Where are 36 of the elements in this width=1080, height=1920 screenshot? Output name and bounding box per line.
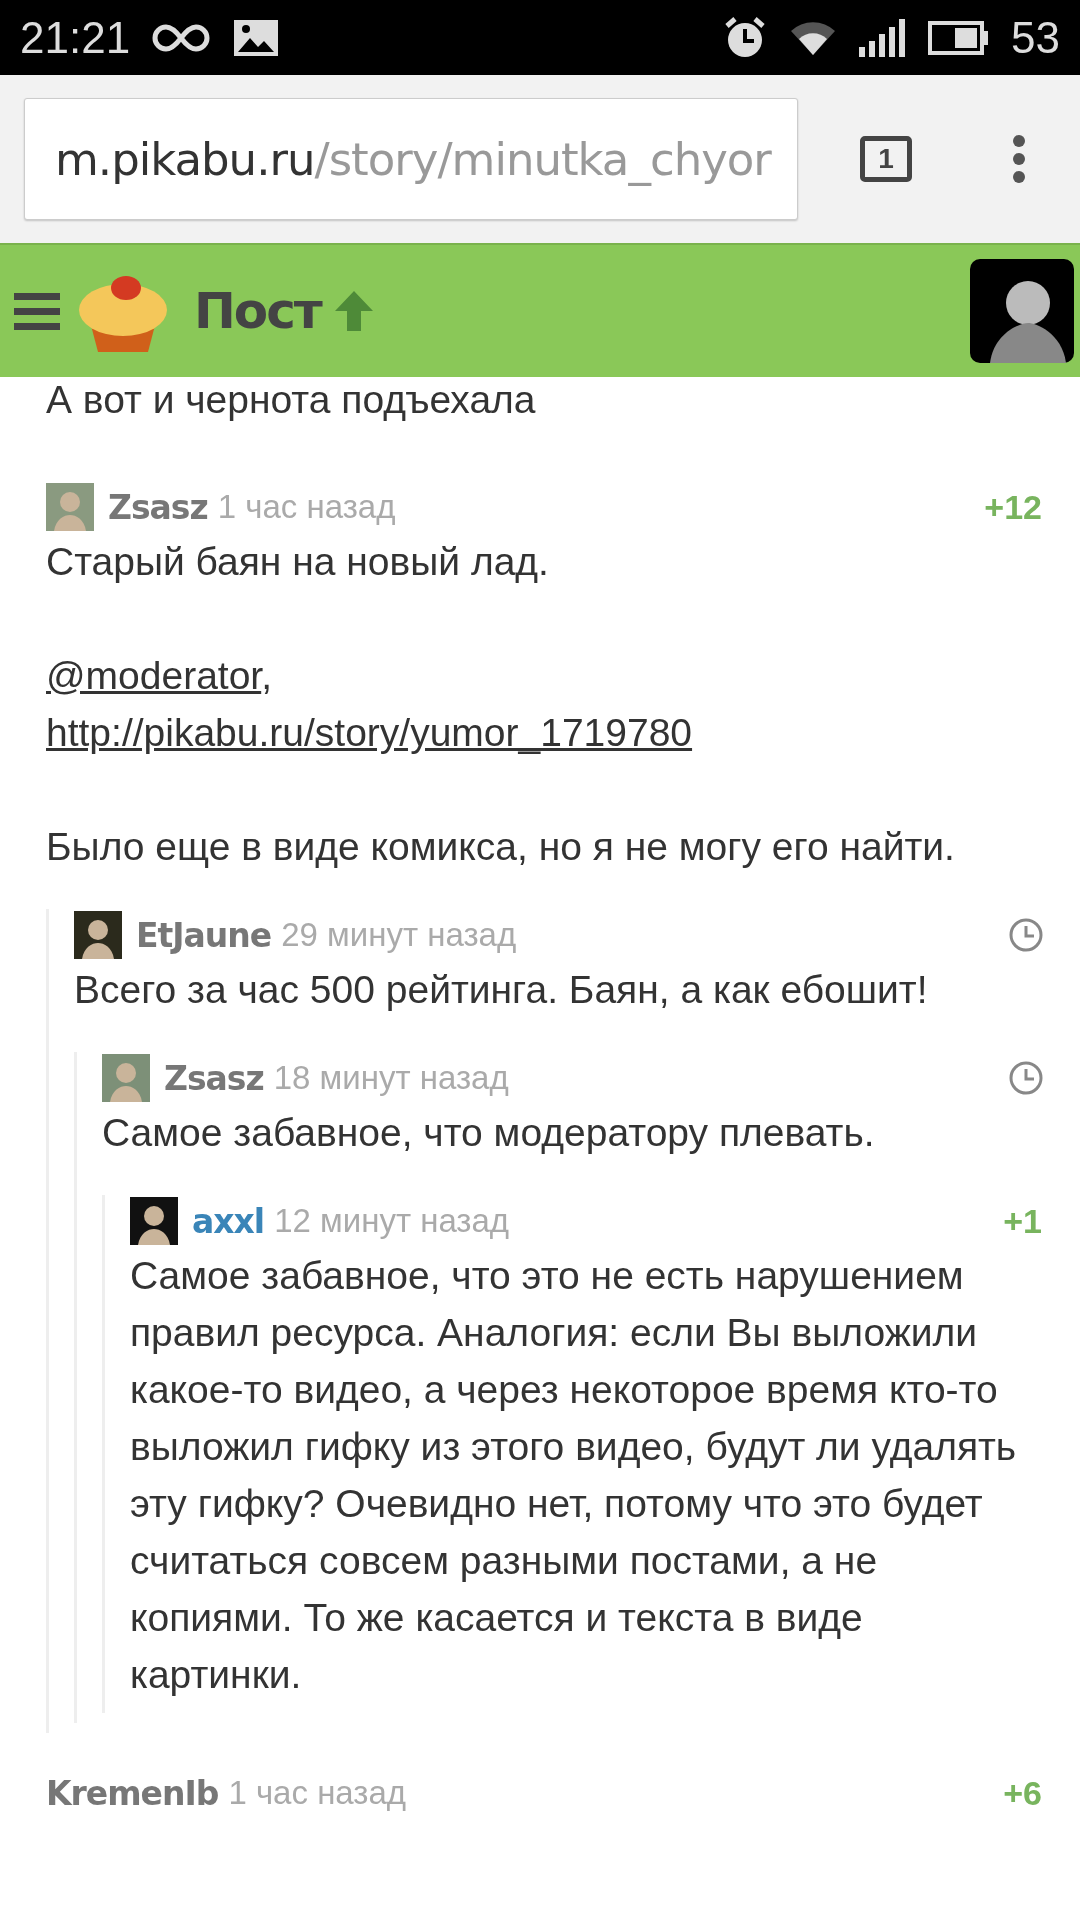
author-link[interactable]: KremenIb: [46, 1773, 219, 1813]
comment-time: 29 минут назад: [281, 916, 517, 954]
comment-text: Всего за час 500 рейтинга. Баян, а как ебошит!: [74, 967, 929, 1013]
link[interactable]: http://pikabu.ru/story/yumor_1719780: [46, 711, 693, 754]
comment-rating: +1: [1003, 1201, 1042, 1241]
link[interactable]: @moderator: [46, 654, 262, 697]
image-icon: [232, 17, 281, 58]
tab-switcher-button[interactable]: 1: [860, 136, 912, 182]
avatar-icon[interactable]: [74, 911, 122, 959]
post-text: А вот и чернота подъехала: [46, 377, 537, 423]
author-link[interactable]: Zsasz: [164, 1058, 264, 1098]
comment-time: 12 минут назад: [274, 1202, 510, 1240]
comment-text: Старый баян на новый лад.: [46, 539, 550, 585]
comment-text: @moderator, http://pikabu.ru/story/yumor_1719780: [46, 653, 694, 756]
author-link[interactable]: Zsasz: [108, 487, 208, 527]
comment-text: Самое забавное, что модератору плевать.: [102, 1110, 876, 1156]
user-avatar-icon[interactable]: [970, 259, 1074, 363]
more-icon[interactable]: [1012, 134, 1026, 184]
battery-level: 53: [1011, 12, 1060, 63]
clock-time: 21:21: [20, 12, 131, 63]
author-link[interactable]: EtJaune: [136, 915, 272, 955]
battery-icon: [927, 19, 990, 56]
page-title: Пост: [194, 282, 321, 340]
comment-time: 18 минут назад: [273, 1059, 509, 1097]
infinity-icon: [152, 22, 211, 53]
author-link[interactable]: axxl: [192, 1201, 265, 1241]
comment-rating: +12: [984, 487, 1042, 527]
url-field[interactable]: m.pikabu.ru/story/minutka_chyor: [24, 98, 798, 220]
avatar-icon[interactable]: [130, 1197, 178, 1245]
comment-time: 1 час назад: [217, 488, 396, 526]
comment-text: Самое забавное, что это не есть нарушением правил ресурса. Аналогия: если Вы выложили какое-то видео, а через некоторое время кто-то выложил гифку из этого видео, будут ли удалять эту гифку? Очевидно нет, потому что это будет считаться совсем разными постами, а не копиями. То же касается и текста в виде картинки.: [130, 1253, 1018, 1698]
comment-time: 1 час назад: [228, 1774, 407, 1812]
signal-icon: [859, 18, 906, 57]
menu-icon[interactable]: [14, 291, 60, 331]
comment-rating: +6: [1003, 1773, 1042, 1813]
comment-text: Было еще в виде комикса, но я не могу его найти.: [46, 824, 956, 870]
